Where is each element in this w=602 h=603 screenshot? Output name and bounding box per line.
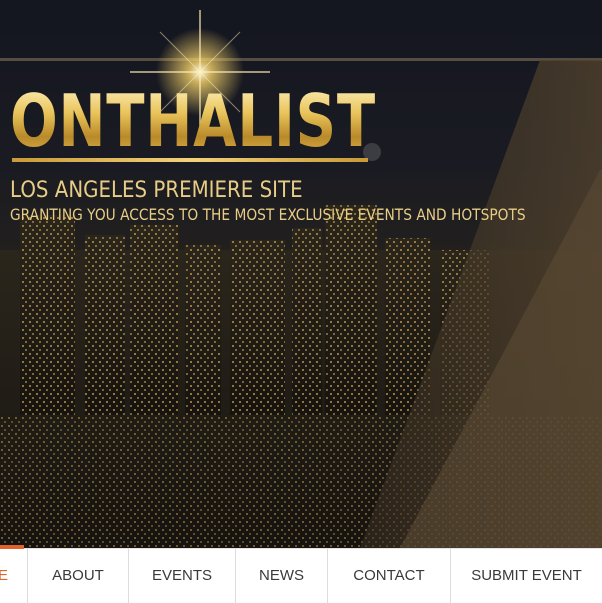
nav-item-news[interactable]: NEWS [236,549,328,603]
nav-item-home[interactable]: E [0,549,28,603]
logo-tagline: GRANTING YOU ACCESS TO THE MOST EXCLUSIV… [10,205,526,224]
nav-item-contact[interactable]: CONTACT [328,549,451,603]
nav-item-submit-event[interactable]: SUBMIT EVENT [451,549,602,603]
logo-underline [12,158,368,162]
logo-subtitle: LOS ANGELES PREMIERE SITE [10,178,303,203]
hero-banner: ONTHALIST LOS ANGELES PREMIERE SITE GRAN… [0,0,602,548]
main-navigation: E ABOUT EVENTS NEWS CONTACT SUBMIT EVENT [0,545,602,603]
nav-item-events[interactable]: EVENTS [129,549,236,603]
site-logo[interactable]: ONTHALIST [10,82,376,160]
nav-item-about[interactable]: ABOUT [28,549,129,603]
